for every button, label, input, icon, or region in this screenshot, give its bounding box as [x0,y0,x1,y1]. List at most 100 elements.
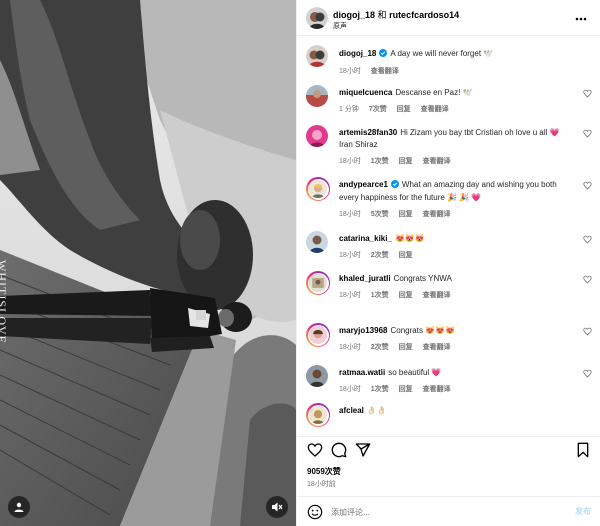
comment-text: khaled_juratli Congrats YNWA [339,271,573,285]
comment-row: andypearce1 What an amazing day and wishi… [297,177,600,231]
comment-body: Congrats YNWA [393,274,452,283]
comment-meta: 18小时 2次赞 回复 [339,250,573,260]
commenter-avatar[interactable] [306,323,330,347]
verified-badge-icon [390,180,399,192]
comment-row: maryjo13968 Congrats 😻😻😻 18小时 2次赞 回复 查看翻译 [297,323,600,365]
comment-username[interactable]: andypearce1 [339,180,388,189]
comment-username[interactable]: artemis28fan30 [339,128,397,137]
comment-username[interactable]: maryjo13968 [339,326,387,335]
comment-likes[interactable]: 7次赞 [369,106,387,113]
caption-translate-button[interactable]: 查看翻译 [371,68,399,75]
comment-time: 18小时 [339,158,361,165]
translate-button[interactable]: 查看翻译 [421,106,449,113]
comment-likes[interactable]: 1次赞 [371,292,389,299]
comment-row: artemis28fan30 Hi Zizam you bay tbt Crist… [297,125,600,177]
author-username-1[interactable]: diogoj_18 [333,10,375,20]
comment-like-button[interactable] [583,327,592,338]
comment-meta: 18小时 5次赞 回复 查看翻译 [339,209,573,219]
heart-icon [307,443,323,457]
reply-button[interactable]: 回复 [399,386,413,393]
comment-input[interactable] [331,504,551,520]
commenter-avatar[interactable] [306,231,328,253]
tagged-people-icon [14,502,24,512]
reply-button[interactable]: 回复 [399,211,413,218]
comment-likes[interactable]: 2次赞 [371,344,389,351]
comment-likes[interactable]: 2次赞 [371,252,389,259]
comment-time: 18小时 [339,344,361,351]
comment-username[interactable]: afcleal [339,406,364,415]
commenter-avatar[interactable] [306,271,330,295]
post-comment-button[interactable]: 发布 [575,506,591,517]
comment-likes[interactable]: 5次赞 [371,211,389,218]
comment-likes[interactable]: 1次赞 [371,386,389,393]
comment-row: miquelcuenca Descanse en Paz! 🕊️ 1 分钟 7次赞… [297,85,600,125]
author-avatar[interactable] [306,7,328,29]
heart-icon [583,89,592,98]
like-button[interactable] [307,442,323,460]
post-header: diogoj_18 和 rutecfcardoso14 原声 [297,0,600,36]
commenter-avatar[interactable] [306,365,328,387]
photo-watermark: WHITISLOVE. [0,260,9,348]
comment-like-button[interactable] [583,129,592,140]
commenter-avatar[interactable] [306,403,330,427]
audio-label[interactable]: 原声 [333,21,347,31]
commenter-avatar[interactable] [306,85,328,107]
commenter-avatar[interactable] [306,177,330,201]
tagged-people-button[interactable] [8,496,30,518]
post-photo[interactable]: WHITISLOVE. [0,0,296,526]
comment-time: 18小时 [339,252,361,259]
comment-body: 😻😻😻 [394,234,425,243]
save-button[interactable] [575,442,591,460]
wedding-photo: WHITISLOVE. [0,0,296,526]
likes-count[interactable]: 9059次赞 [307,466,341,477]
caption-body: A day we will never forget 🕊️ [390,49,494,58]
comment-like-button[interactable] [583,235,592,246]
comment-time: 1 分钟 [339,106,359,113]
comment-text: afcleal 👌🏻👌🏻 [339,403,573,417]
heart-icon [583,275,592,284]
post-sidebar: diogoj_18 和 rutecfcardoso14 原声 diogoj_18… [296,0,600,526]
reply-button[interactable]: 回复 [399,252,413,259]
caption-time: 18小时 [339,68,361,75]
post-action-bar [297,436,600,464]
comment-text: ratmaa.watii so beautiful 💗 [339,365,573,379]
reply-button[interactable]: 回复 [397,106,411,113]
emoji-icon [307,504,323,520]
comment-like-button[interactable] [583,89,592,100]
translate-button[interactable]: 查看翻译 [423,344,451,351]
caption-avatar[interactable] [306,45,328,67]
heart-icon [583,369,592,378]
more-options-button[interactable] [575,13,587,23]
caption-username[interactable]: diogoj_18 [339,49,376,58]
reply-button[interactable]: 回复 [399,158,413,165]
comment-likes[interactable]: 1次赞 [371,158,389,165]
author-username-2[interactable]: rutecfcardoso14 [389,10,459,20]
comment-like-button[interactable] [583,275,592,286]
share-icon [355,443,371,457]
comment-meta: 18小时 2次赞 回复 查看翻译 [339,342,573,352]
comment-username[interactable]: catarina_kiki_ [339,234,392,243]
verified-badge-icon [379,49,388,61]
reply-button[interactable]: 回复 [399,292,413,299]
comment-time: 18小时 [339,292,361,299]
sound-off-icon [272,502,283,512]
comment-row: afcleal 👌🏻👌🏻 [297,403,600,433]
comment-button[interactable] [331,442,347,460]
reply-button[interactable]: 回复 [399,344,413,351]
share-button[interactable] [355,442,371,460]
mute-toggle-button[interactable] [266,496,288,518]
comment-username[interactable]: khaled_juratli [339,274,391,283]
translate-button[interactable]: 查看翻译 [423,158,451,165]
comment-like-button[interactable] [583,369,592,380]
translate-button[interactable]: 查看翻译 [423,386,451,393]
comment-text: maryjo13968 Congrats 😻😻😻 [339,323,573,337]
translate-button[interactable]: 查看翻译 [423,211,451,218]
commenter-avatar[interactable] [306,125,328,147]
comment-username[interactable]: miquelcuenca [339,88,392,97]
comment-username[interactable]: ratmaa.watii [339,368,385,377]
comment-like-button[interactable] [583,181,592,192]
translate-button[interactable]: 查看翻译 [423,292,451,299]
emoji-button[interactable] [307,504,323,522]
comments-list[interactable]: diogoj_18 A day we will never forget 🕊️ 1… [297,45,600,435]
comment-body: Descanse en Paz! 🕊️ [395,88,473,97]
